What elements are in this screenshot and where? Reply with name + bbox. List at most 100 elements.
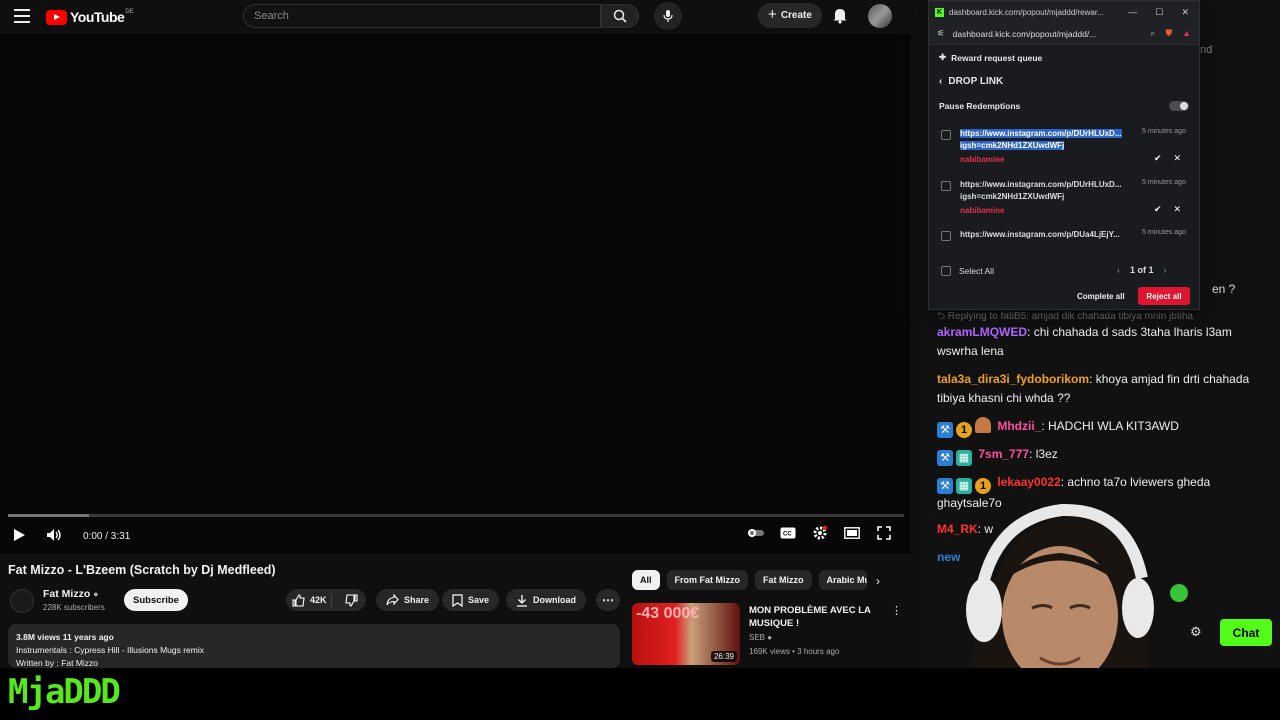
- pause-toggle[interactable]: [1169, 101, 1189, 111]
- minimize-icon[interactable]: —: [1128, 7, 1137, 18]
- thumbs-down-icon: [345, 593, 358, 607]
- request-checkbox[interactable]: [941, 231, 951, 241]
- request-link[interactable]: https://www.instagram.com/p/DUa4LjEjY...: [960, 229, 1140, 241]
- settings-button[interactable]: [812, 525, 828, 541]
- channel-avatar[interactable]: [10, 589, 34, 613]
- reward-icon: ✚: [939, 52, 947, 62]
- youtube-logo[interactable]: YouTube DE: [46, 8, 134, 26]
- check-icon[interactable]: ✔: [1154, 153, 1162, 164]
- volume-button[interactable]: [46, 528, 62, 542]
- request-link-text: https://www.instagram.com/p/DUrHLUxD... …: [960, 129, 1122, 150]
- download-icon: [517, 594, 527, 607]
- more-actions-button[interactable]: ⋯: [596, 589, 620, 611]
- address-bar[interactable]: ⚟ dashboard.kick.com/popout/mjaddd/... ⌕…: [929, 23, 1199, 45]
- close-icon[interactable]: ✕: [1181, 7, 1189, 18]
- chevron-left-icon: ‹: [939, 76, 943, 87]
- description-line: Instrumentals : Cypress Hill - Illusions…: [16, 645, 204, 655]
- chevron-right-icon[interactable]: ›: [876, 574, 880, 588]
- like-count: 42K: [310, 595, 327, 605]
- voice-search-button[interactable]: [654, 2, 682, 30]
- close-icon[interactable]: ✕: [1174, 204, 1182, 215]
- complete-all-button[interactable]: Complete all: [1071, 287, 1131, 305]
- check-icon[interactable]: ✔: [1154, 204, 1162, 215]
- request-actions: ✔ ✕: [1154, 204, 1181, 215]
- search-input[interactable]: Search: [243, 4, 601, 28]
- chat-message: akramLMQWED: chi chahada d sads 3taha lh…: [937, 325, 1232, 358]
- play-button[interactable]: [12, 528, 26, 542]
- site-settings-icon[interactable]: ⚟: [937, 28, 945, 39]
- search-button[interactable]: [601, 4, 639, 28]
- country-code: DE: [125, 9, 134, 15]
- volume-icon: [47, 529, 61, 541]
- notifications-button[interactable]: [832, 6, 848, 29]
- reply-icon: ⮌: [937, 311, 948, 322]
- account-avatar[interactable]: [868, 4, 892, 28]
- chat-username[interactable]: tala3a_dira3i_fydoborikom: [937, 372, 1089, 386]
- play-icon: [14, 529, 25, 541]
- chip-fat-mizzo[interactable]: Fat Mizzo: [755, 570, 812, 590]
- chat-peek-text: en ?: [1212, 282, 1236, 296]
- microphone-icon: [663, 10, 673, 22]
- captions-button[interactable]: CC: [780, 525, 796, 541]
- menu-icon[interactable]: [14, 9, 30, 23]
- autoplay-toggle[interactable]: [748, 525, 764, 541]
- close-icon[interactable]: ✕: [1174, 153, 1182, 164]
- chat-username[interactable]: Mhdzii_: [997, 419, 1041, 433]
- zoom-icon[interactable]: ⌕: [1150, 28, 1155, 39]
- select-all-checkbox[interactable]: [941, 266, 951, 276]
- create-button[interactable]: + Create: [758, 3, 822, 28]
- reject-all-button[interactable]: Reject all: [1138, 287, 1190, 305]
- share-button[interactable]: Share: [376, 589, 440, 611]
- pause-redemptions-row: Pause Redemptions: [939, 101, 1189, 111]
- plus-icon: +: [768, 6, 777, 23]
- popout-body: ✚ Reward request queue ‹ DROP LINK Pause…: [929, 52, 1199, 111]
- progress-bar[interactable]: [8, 514, 904, 517]
- request-link[interactable]: https://www.instagram.com/p/DUrHLUxD... …: [960, 179, 1140, 203]
- request-checkbox[interactable]: [941, 130, 951, 140]
- chip-all[interactable]: All: [632, 570, 660, 590]
- thumbs-up-icon: [292, 593, 305, 607]
- svg-text:CC: CC: [783, 532, 792, 538]
- request-user[interactable]: nabibamine: [960, 155, 1004, 164]
- chat-username[interactable]: 7sm_777: [978, 447, 1029, 461]
- recommended-title[interactable]: MON PROBLÈME AVEC LA MUSIQUE !: [749, 604, 879, 630]
- request-checkbox[interactable]: [941, 181, 951, 191]
- fullscreen-button[interactable]: [876, 525, 892, 541]
- download-button[interactable]: Download: [506, 589, 586, 611]
- bell-icon: [833, 9, 847, 24]
- chat-username[interactable]: lekaay0022: [997, 475, 1060, 489]
- chevron-right-icon[interactable]: ›: [1164, 265, 1167, 275]
- like-button[interactable]: 42K: [286, 593, 332, 607]
- video-player[interactable]: 0:00 / 3:31 CC: [0, 34, 910, 554]
- streamer-brand: MjaDDD: [8, 672, 121, 712]
- recommended-channel[interactable]: SEB ●: [749, 633, 772, 642]
- chip-arabic-music[interactable]: Arabic Mu: [818, 570, 867, 590]
- request-age: 5 minutes ago: [1142, 229, 1186, 236]
- rewards-icon[interactable]: ▲: [1182, 28, 1191, 39]
- more-vertical-icon[interactable]: ⋮: [891, 604, 902, 617]
- miniplayer-button[interactable]: [844, 525, 860, 541]
- request-user[interactable]: nabibamine: [960, 206, 1004, 215]
- pause-label: Pause Redemptions: [939, 101, 1021, 111]
- gear-icon: [813, 525, 828, 540]
- dislike-button[interactable]: [337, 593, 358, 607]
- back-button[interactable]: ‹ DROP LINK: [939, 76, 1189, 87]
- chat-send-button[interactable]: Chat: [1220, 619, 1272, 646]
- chip-from-channel[interactable]: From Fat Mizzo: [666, 570, 749, 590]
- save-button[interactable]: Save: [442, 589, 500, 611]
- chat-settings-icon[interactable]: ⚙: [1190, 624, 1202, 640]
- emote-icon[interactable]: [1170, 584, 1188, 602]
- thumbnail-text: -43 000€: [636, 605, 700, 622]
- channel-name[interactable]: Fat Mizzo ●: [43, 588, 99, 600]
- video-title: Fat Mizzo - L'Bzeem (Scratch by Dj Medfl…: [8, 563, 276, 577]
- subscribe-button[interactable]: Subscribe: [124, 589, 188, 611]
- chat-username[interactable]: akramLMQWED: [937, 325, 1027, 339]
- more-horizontal-icon: ⋯: [602, 593, 614, 607]
- description-box[interactable]: 3.8M views 11 years ago Instrumentals : …: [8, 624, 620, 668]
- chevron-left-icon[interactable]: ‹: [1117, 265, 1120, 275]
- request-link[interactable]: https://www.instagram.com/p/DUrHLUxD... …: [960, 128, 1140, 152]
- recommended-thumbnail[interactable]: -43 000€ 26:39: [632, 603, 740, 665]
- brave-shield-icon[interactable]: ⛊: [1165, 28, 1172, 39]
- buffered-bar: [8, 514, 89, 517]
- maximize-icon[interactable]: ☐: [1155, 7, 1163, 18]
